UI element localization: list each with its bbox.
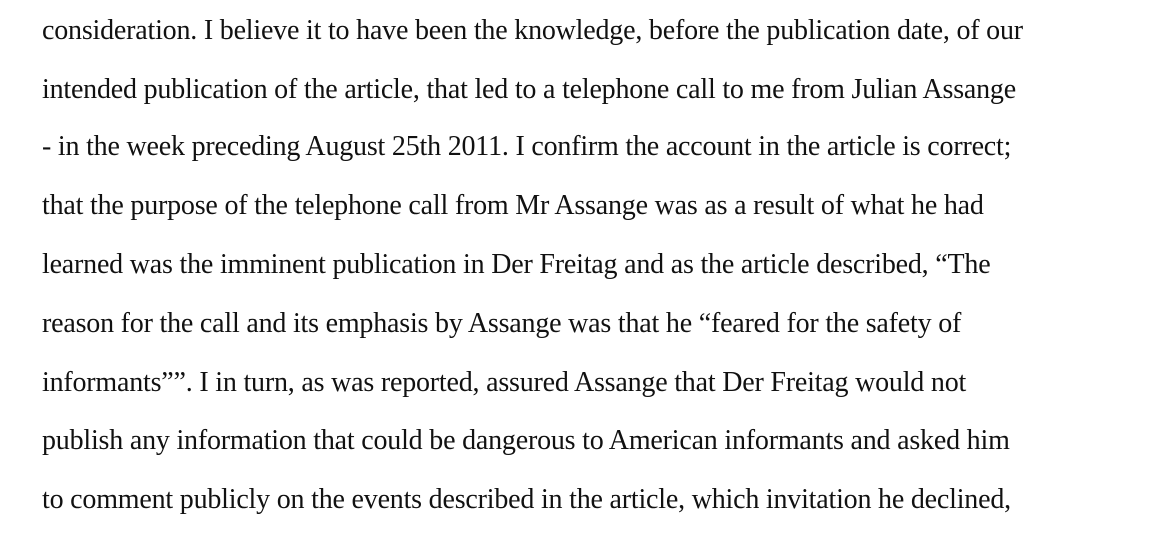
text-line-7: informants””. I in turn, as was reported… bbox=[42, 367, 967, 398]
document-page: consideration. I believe it to have been… bbox=[0, 0, 1168, 537]
text-line-2: intended publication of the article, tha… bbox=[42, 74, 1016, 105]
text-line-6: reason for the call and its emphasis by … bbox=[42, 308, 962, 339]
text-line-4: that the purpose of the telephone call f… bbox=[42, 190, 984, 221]
text-line-8: publish any information that could be da… bbox=[42, 425, 1010, 456]
text-line-3: - in the week preceding August 25th 2011… bbox=[42, 131, 1012, 162]
text-line-1: consideration. I believe it to have been… bbox=[42, 15, 1023, 46]
text-line-5: learned was the imminent publication in … bbox=[42, 249, 991, 280]
text-line-9: to comment publicly on the events descri… bbox=[42, 484, 1011, 515]
